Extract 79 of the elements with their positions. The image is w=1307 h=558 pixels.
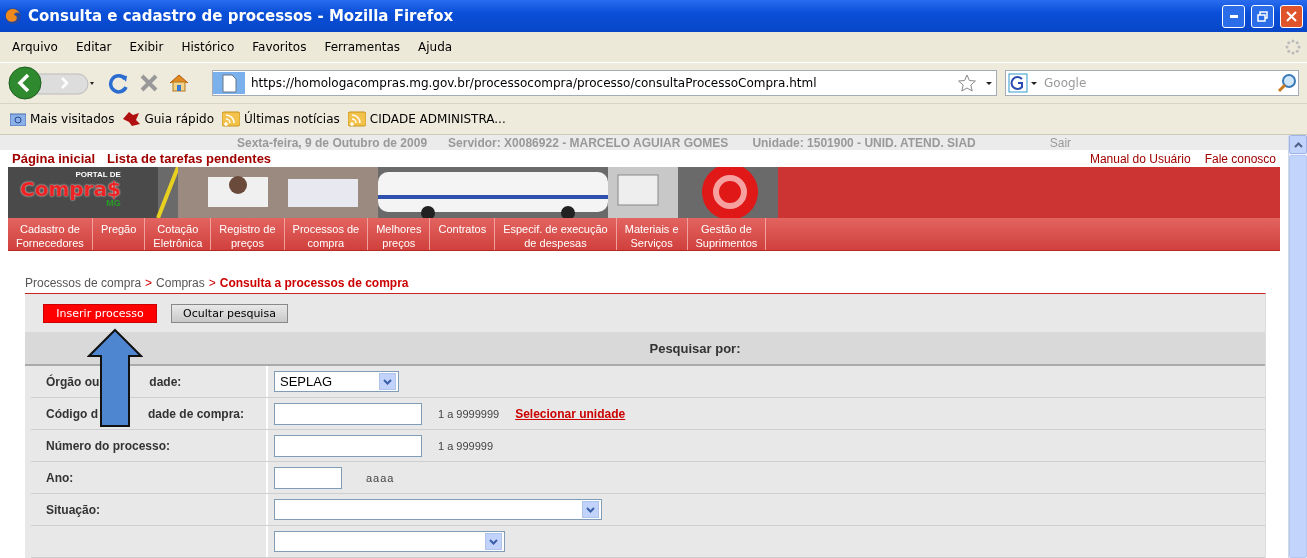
caret-icon: [379, 373, 396, 390]
hint-text: 1 a 9999999: [438, 407, 500, 420]
hint-text: aaaa: [366, 471, 395, 484]
field-label: Situação:: [46, 502, 100, 517]
input-field[interactable]: [274, 402, 422, 425]
bookmark-item[interactable]: CIDADE ADMINISTRA...: [347, 111, 506, 127]
field-label: Órgão ou: [46, 374, 100, 389]
bookmark-item[interactable]: Últimas notícias: [222, 111, 340, 127]
menu-tab[interactable]: Materiais e Serviços: [616, 218, 688, 251]
select-field[interactable]: SEPLAG: [274, 371, 399, 392]
restore-icon: [1257, 10, 1268, 22]
menu-tab[interactable]: Melhores preços: [368, 218, 431, 251]
current-page-title: Consulta a processos de compra: [219, 276, 409, 293]
date-text: Sexta-feira, 9 de Outubro de 2009: [237, 135, 428, 150]
home-icon[interactable]: [168, 72, 190, 94]
breadcrumb-link[interactable]: Compras: [156, 276, 205, 293]
menu-tab[interactable]: Processos de compra: [284, 218, 369, 251]
scrollbar[interactable]: [1288, 135, 1307, 558]
bookmark-item[interactable]: Mais visitados: [10, 112, 115, 126]
select-field[interactable]: [274, 499, 602, 520]
rss-feed-icon: [347, 111, 366, 127]
field-label: Número do processo:: [46, 438, 171, 453]
field-label: Código d: [46, 406, 98, 421]
minimize-icon: [1229, 14, 1238, 18]
stop-icon[interactable]: [138, 72, 160, 94]
search-engine-icon[interactable]: [1006, 72, 1040, 94]
unit-text: Unidade: 1501900 - UNID. ATEND. SIAD: [752, 135, 976, 150]
menu-item[interactable]: Arquivo: [12, 40, 58, 54]
input-field[interactable]: [274, 434, 422, 457]
browser-logo-icon: [4, 7, 22, 25]
menu-item[interactable]: Histórico: [181, 40, 235, 54]
nav-link[interactable]: Manual do Usuário: [1089, 151, 1191, 166]
menu-tab[interactable]: Gestão de Suprimentos: [687, 218, 767, 251]
minimize-button[interactable]: [1222, 4, 1245, 28]
menu-tab[interactable]: Pregão: [92, 218, 146, 251]
search-icon[interactable]: [1276, 72, 1298, 94]
close-icon: [1286, 10, 1297, 22]
nav-link[interactable]: Lista de tarefas pendentes: [107, 151, 272, 167]
nav-link[interactable]: Página inicial: [12, 151, 96, 167]
caret-icon: [582, 501, 599, 518]
menu-tab[interactable]: Cadastro de Fornecedores: [8, 218, 93, 251]
menu-item[interactable]: Favoritos: [252, 40, 307, 54]
menu-item[interactable]: Editar: [75, 40, 112, 54]
address-field[interactable]: https://homologacompras.mg.gov.br/processocompra/processo/consultaProcessoCompra.html: [212, 70, 997, 96]
hint-text: 1 a 999999: [438, 439, 494, 452]
menu-tab[interactable]: Registro de preços: [211, 218, 285, 251]
close-button[interactable]: [1280, 4, 1303, 28]
rss-feed-icon: [222, 111, 240, 127]
bookmark-item[interactable]: Guia rápido: [122, 111, 214, 127]
field-label: dade de compra:: [148, 406, 244, 421]
caret-icon: [485, 533, 502, 550]
breadcrumb-link[interactable]: Processos de compra: [25, 276, 142, 293]
scroll-up-icon[interactable]: [1293, 141, 1303, 148]
breadcrumb-separator: >: [208, 276, 216, 293]
select-field[interactable]: [274, 531, 505, 552]
menu-item[interactable]: Ferramentas: [324, 40, 401, 54]
field-label: dade:: [149, 374, 182, 389]
reload-icon[interactable]: [108, 72, 130, 94]
hide-button[interactable]: Ocultar pesquisa: [171, 303, 288, 323]
panel-title: Pesquisar por:: [25, 332, 1265, 366]
menu-tab[interactable]: Cotação Eletrônica: [145, 218, 212, 251]
insert-button[interactable]: Inserir processo: [43, 303, 157, 323]
input-field[interactable]: [274, 466, 342, 489]
menu-item[interactable]: Ajuda: [418, 40, 453, 54]
breadcrumb-separator: >: [145, 276, 153, 293]
menu-item[interactable]: Exibir: [129, 40, 164, 54]
select-unit-link[interactable]: Selecionar unidade: [515, 406, 626, 421]
nav-link[interactable]: Fale conosco: [1204, 151, 1276, 166]
throbber-icon: [1285, 39, 1301, 55]
field-label: Ano:: [46, 470, 74, 485]
logo: PORTAL DE Compra$ MG: [20, 171, 121, 209]
menu-tab[interactable]: Especif. de execução de despesas: [495, 218, 617, 251]
menu-tab[interactable]: Contratos: [430, 218, 496, 251]
page-icon: [213, 72, 245, 94]
folder-icon: [10, 112, 26, 126]
window-title: Consulta e cadastro de processos - Mozilla Firefox: [28, 7, 455, 25]
restore-button[interactable]: [1251, 4, 1274, 28]
star-icon[interactable]: [958, 74, 976, 92]
server-text: Servidor: X0086922 - MARCELO AGUIAR GOMES: [448, 135, 729, 150]
